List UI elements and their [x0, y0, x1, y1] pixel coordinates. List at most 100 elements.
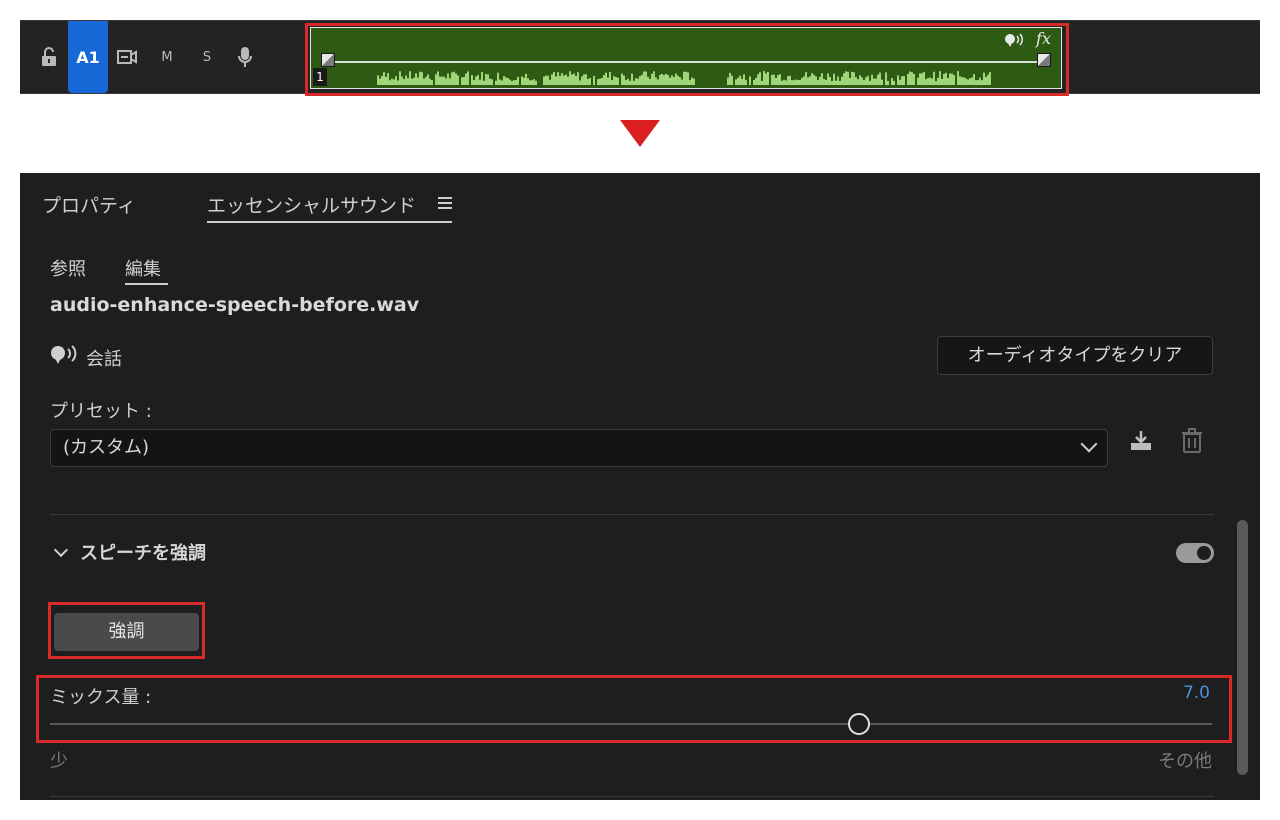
enhance-speech-section-header[interactable]: スピーチを強調	[53, 539, 206, 565]
waveform-bar	[613, 76, 615, 85]
audio-clip[interactable]: 1 fx	[310, 27, 1062, 89]
mix-amount-slider-thumb[interactable]	[848, 713, 870, 735]
waveform-bar	[599, 78, 601, 85]
waveform-bar	[789, 75, 791, 85]
waveform-bar	[925, 79, 927, 85]
waveform-bar	[625, 79, 627, 85]
track-target-button[interactable]: A1	[68, 21, 108, 93]
waveform-bar	[475, 76, 477, 85]
panel-menu-icon[interactable]	[438, 197, 452, 212]
waveform-bar	[933, 71, 935, 85]
waveform-bar	[439, 76, 441, 85]
waveform-bar	[675, 73, 677, 85]
keyframe-icon[interactable]	[321, 53, 335, 67]
waveform-bar	[691, 77, 693, 85]
mix-amount-slider[interactable]	[50, 723, 1212, 725]
waveform-bar	[749, 76, 751, 85]
fx-badge[interactable]: fx	[1036, 29, 1051, 48]
tab-properties[interactable]: プロパティ	[42, 191, 136, 218]
waveform-bar	[503, 76, 505, 85]
waveform-bar	[797, 79, 799, 85]
waveform-bar	[867, 75, 869, 85]
lock-open-icon[interactable]	[38, 21, 60, 93]
waveform-bar	[421, 72, 423, 85]
waveform-bar	[663, 75, 665, 85]
waveform-bar	[947, 78, 949, 85]
waveform-bar	[559, 76, 561, 85]
waveform-bar	[743, 74, 745, 85]
waveform-bar	[611, 80, 613, 85]
waveform-bar	[897, 75, 899, 85]
waveform-bar	[921, 73, 923, 85]
waveform-bar	[673, 77, 675, 85]
waveform-bar	[451, 72, 453, 85]
waveform-bar	[807, 77, 809, 85]
waveform-bar	[495, 80, 497, 85]
waveform-bar	[793, 80, 795, 85]
preset-dropdown[interactable]: (カスタム)	[50, 429, 1108, 467]
waveform-bar	[555, 76, 557, 85]
tab-edit[interactable]: 編集	[125, 255, 161, 281]
waveform-bar	[669, 77, 671, 85]
dialogue-icon	[1005, 32, 1023, 47]
waveform-bar	[387, 73, 389, 85]
waveform-bar	[655, 77, 657, 85]
clear-audio-type-button[interactable]: オーディオタイプをクリア	[937, 336, 1213, 375]
trash-icon[interactable]	[1180, 428, 1208, 458]
dialogue-icon	[50, 344, 78, 371]
waveform-bar	[973, 74, 975, 85]
waveform-bar	[423, 78, 425, 85]
waveform-bar	[805, 72, 807, 85]
save-preset-icon[interactable]	[1128, 428, 1156, 458]
waveform-bar	[741, 78, 743, 85]
waveform-bar	[937, 77, 939, 85]
waveform-bar	[665, 73, 667, 85]
section-enable-toggle[interactable]	[1176, 543, 1214, 563]
waveform-bar	[455, 73, 457, 85]
waveform-bar	[755, 77, 757, 85]
waveform-bar	[819, 76, 821, 85]
tab-browse[interactable]: 参照	[50, 255, 86, 281]
waveform-bar	[817, 79, 819, 85]
mute-button[interactable]: M	[156, 21, 178, 93]
essential-sound-panel: プロパティ エッセンシャルサウンド 参照 編集 audio-enhance-sp…	[20, 173, 1260, 800]
waveform-bar	[393, 79, 395, 85]
waveform-bar	[739, 75, 741, 85]
clip-icon[interactable]	[116, 21, 138, 93]
waveform-bar	[969, 78, 971, 85]
waveform-bar	[465, 73, 467, 85]
waveform-bar	[953, 75, 955, 85]
waveform-bar	[467, 71, 469, 85]
keyframe-icon[interactable]	[1037, 53, 1051, 67]
enhance-button[interactable]: 強調	[54, 613, 199, 651]
waveform-bar	[735, 79, 737, 85]
waveform-bar	[631, 73, 633, 85]
waveform-bar	[825, 79, 827, 85]
panel-scrollbar[interactable]	[1237, 520, 1248, 775]
waveform-bar	[605, 72, 607, 85]
waveform-bar	[413, 77, 415, 85]
volume-rubber-band[interactable]	[329, 61, 1043, 63]
tab-essential-sound[interactable]: エッセンシャルサウンド	[207, 191, 416, 218]
waveform	[377, 71, 991, 85]
active-subtab-indicator	[125, 283, 168, 285]
solo-button[interactable]: S	[196, 21, 218, 93]
waveform-bar	[653, 71, 655, 85]
waveform-bar	[753, 80, 755, 85]
waveform-bar	[855, 77, 857, 85]
waveform-bar	[657, 79, 659, 85]
waveform-bar	[971, 77, 973, 85]
waveform-bar	[795, 79, 797, 85]
waveform-bar	[693, 78, 695, 85]
waveform-bar	[609, 72, 611, 85]
waveform-bar	[641, 74, 643, 85]
waveform-bar	[869, 80, 871, 85]
mix-amount-value[interactable]: 7.0	[1160, 683, 1210, 703]
waveform-bar	[907, 73, 909, 85]
waveform-bar	[781, 80, 783, 85]
microphone-icon[interactable]	[234, 21, 256, 93]
waveform-bar	[419, 71, 421, 85]
waveform-bar	[633, 80, 635, 85]
waveform-bar	[643, 71, 645, 85]
preset-value: (カスタム)	[63, 437, 150, 458]
